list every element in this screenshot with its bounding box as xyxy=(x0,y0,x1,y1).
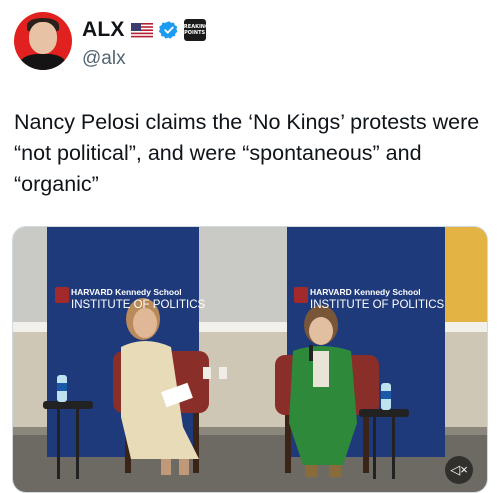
banner-right: HARVARD Kennedy School INSTITUTE OF POLI… xyxy=(292,287,444,311)
banner-left: HARVARD Kennedy School INSTITUTE OF POLI… xyxy=(53,287,206,311)
avatar[interactable] xyxy=(14,12,72,70)
verified-badge-icon xyxy=(158,21,178,39)
speaker-muted-icon: ◁× xyxy=(450,462,468,477)
author-display-name[interactable]: ALX xyxy=(82,18,125,42)
author-name-row: ALX BREAKING POINTS xyxy=(82,16,209,44)
author-handle[interactable]: @alx xyxy=(82,48,126,70)
mute-button[interactable]: ◁× xyxy=(445,456,473,484)
tweet-video[interactable]: HARVARD Kennedy School INSTITUTE OF POLI… xyxy=(12,226,488,493)
affiliate-badge[interactable]: BREAKING POINTS xyxy=(180,19,209,41)
banner-left-line2: INSTITUTE OF POLITICS xyxy=(71,299,206,311)
us-flag-icon xyxy=(130,22,153,38)
tweet-header: ALX BREAKING POINTS @alx xyxy=(14,12,486,78)
video-frame xyxy=(13,227,487,492)
tweet-text: Nancy Pelosi claims the ‘No Kings’ prote… xyxy=(14,110,480,196)
banner-right-line2: INSTITUTE OF POLITICS xyxy=(310,299,445,311)
banner-left-line1: HARVARD Kennedy School xyxy=(71,287,182,297)
banner-right-line1: HARVARD Kennedy School xyxy=(310,287,421,297)
